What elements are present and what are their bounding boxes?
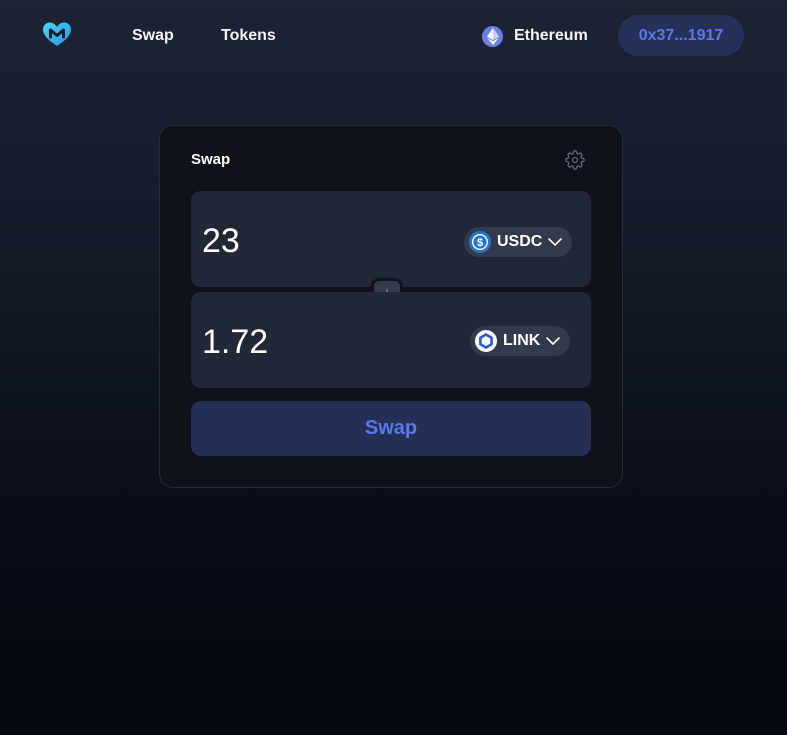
to-token-label: LINK bbox=[503, 332, 541, 349]
swap-button[interactable]: Swap bbox=[191, 401, 591, 456]
chainlink-icon bbox=[475, 330, 497, 352]
chevron-down-icon bbox=[548, 238, 563, 246]
from-amount-input[interactable] bbox=[202, 219, 432, 263]
top-nav-bar: Swap Tokens Ethereum 0x37...1917 bbox=[0, 0, 787, 72]
network-selector[interactable]: Ethereum bbox=[482, 24, 588, 48]
wallet-address-button[interactable]: 0x37...1917 bbox=[618, 15, 744, 56]
svg-text:$: $ bbox=[477, 237, 483, 249]
usdc-icon: $ bbox=[469, 231, 491, 253]
to-token-panel: LINK bbox=[191, 292, 591, 388]
nav-swap-link[interactable]: Swap bbox=[132, 26, 174, 46]
swap-card: Swap $ USDC bbox=[159, 125, 623, 488]
network-label: Ethereum bbox=[514, 27, 588, 44]
to-token-selector[interactable]: LINK bbox=[470, 326, 571, 356]
swap-card-title: Swap bbox=[191, 151, 231, 168]
from-token-label: USDC bbox=[497, 233, 543, 250]
from-token-panel: $ USDC bbox=[191, 191, 591, 287]
m-heart-logo-icon[interactable] bbox=[42, 22, 72, 48]
ethereum-icon bbox=[482, 25, 503, 47]
from-token-selector[interactable]: $ USDC bbox=[464, 227, 573, 257]
nav-tokens-link[interactable]: Tokens bbox=[221, 26, 276, 46]
chevron-down-icon bbox=[546, 337, 561, 345]
to-amount-input[interactable] bbox=[202, 320, 432, 364]
gear-icon[interactable] bbox=[565, 150, 585, 170]
